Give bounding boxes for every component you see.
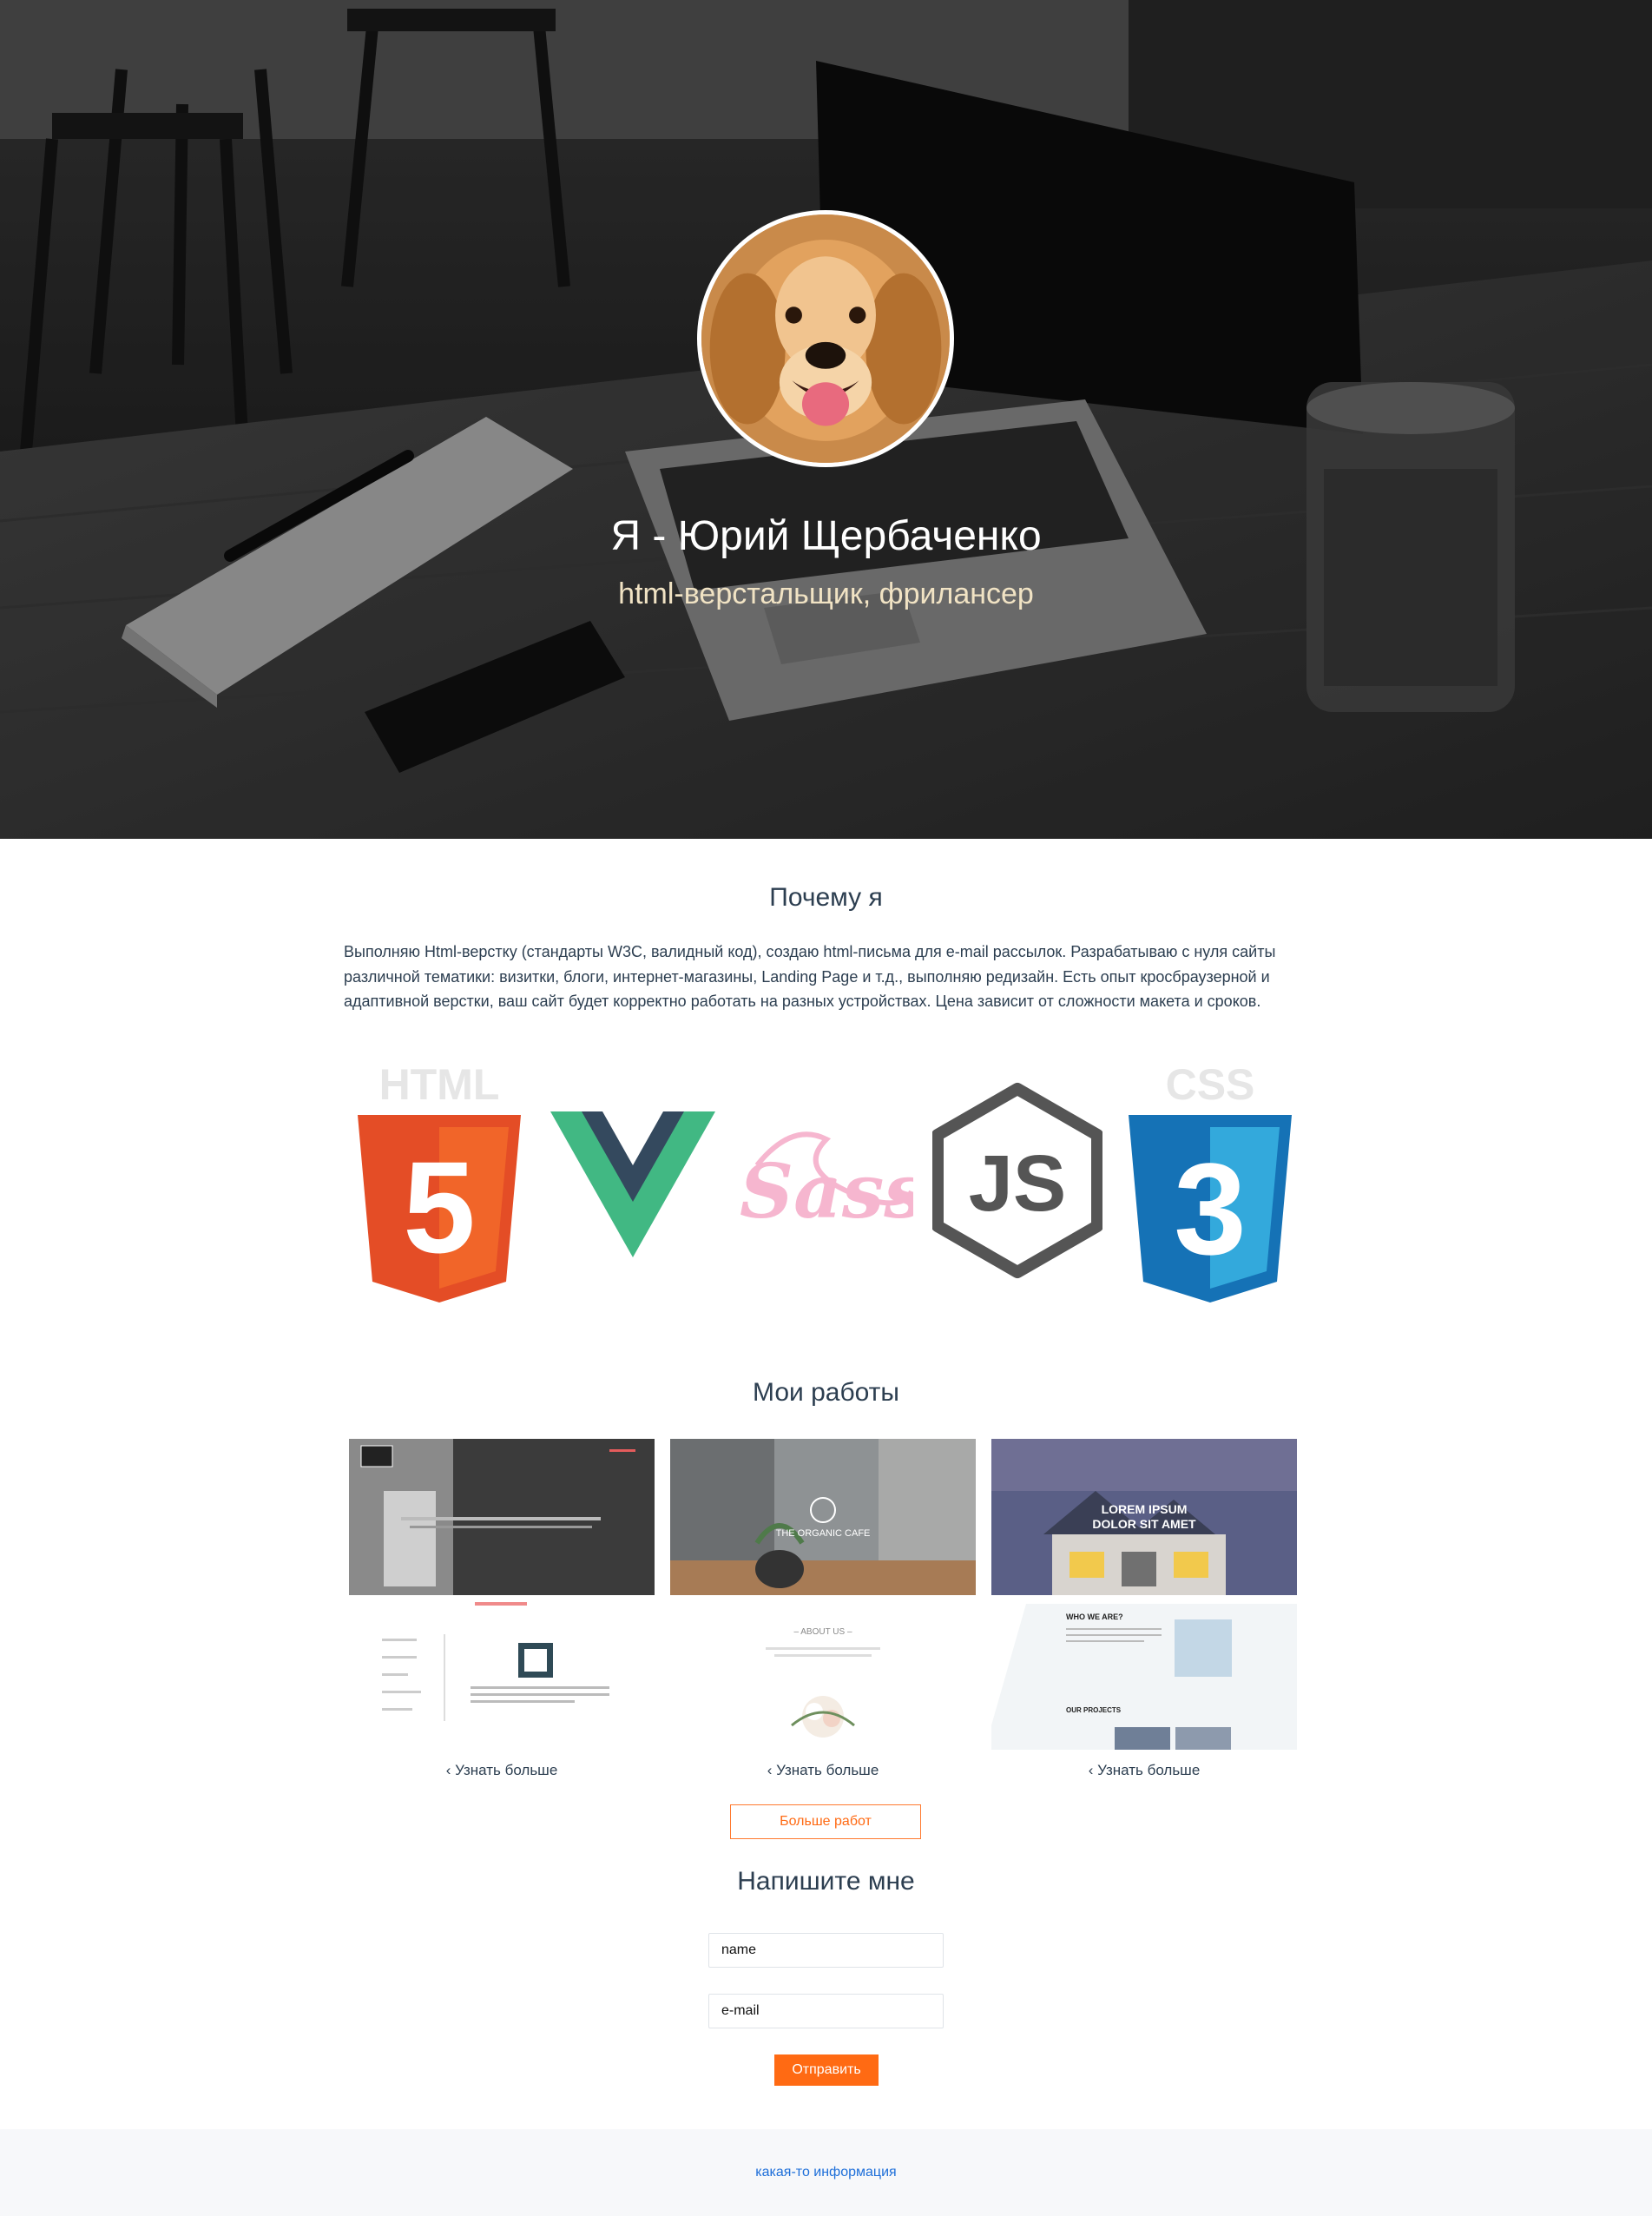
- css3-number: 3: [1174, 1136, 1246, 1282]
- work-2-caption: – ABOUT US –: [793, 1627, 852, 1637]
- chevron-left-icon: ‹: [1088, 1762, 1094, 1778]
- avatar: [697, 210, 954, 467]
- js-logo-text: JS: [969, 1139, 1067, 1228]
- sass-logo-text: Sass: [740, 1148, 913, 1236]
- work-more-link-3[interactable]: ‹ Узнать больше: [991, 1760, 1297, 1781]
- work-3-subheading: DOLOR SIT AMET: [1092, 1517, 1196, 1531]
- name-field[interactable]: [708, 1933, 944, 1968]
- works-title: Мои работы: [753, 1378, 899, 1407]
- work-thumbnail-2[interactable]: THE ORGANIC CAFE – ABOUT US –: [670, 1439, 976, 1750]
- work-3-heading: LOREM IPSUM: [1102, 1502, 1188, 1516]
- work-thumbnail-3[interactable]: LOREM IPSUM DOLOR SIT AMET WHO WE ARE? O…: [991, 1439, 1297, 1750]
- hero-section: Я - Юрий Щербаченко html-верстальщик, фр…: [0, 0, 1652, 839]
- send-button[interactable]: Отправить: [774, 2054, 879, 2086]
- email-field[interactable]: [708, 1994, 944, 2028]
- html-logo-text: HTML: [379, 1061, 500, 1109]
- work-more-link-2[interactable]: ‹ Узнать больше: [670, 1760, 976, 1781]
- work-3-caption: WHO WE ARE?: [1066, 1613, 1123, 1621]
- sass-logo: Sass: [740, 1061, 913, 1308]
- css3-logo: CSS 3: [1125, 1061, 1295, 1308]
- work-more-link-label: Узнать больше: [455, 1762, 558, 1778]
- nodejs-logo: JS: [932, 1061, 1102, 1308]
- about-title: Почему я: [769, 883, 883, 912]
- work-2-heading: THE ORGANIC CAFE: [776, 1528, 871, 1539]
- hero-subtitle: html-верстальщик, фрилансер: [618, 577, 1034, 610]
- chevron-left-icon: ‹: [445, 1762, 451, 1778]
- html5-logo: HTML 5: [354, 1061, 524, 1308]
- about-text: Выполняю Html-верстку (стандарты W3C, ва…: [344, 943, 1276, 1010]
- work-more-link-label: Узнать больше: [776, 1762, 879, 1778]
- footer-info-link[interactable]: какая-то информация: [0, 2162, 1652, 2183]
- work-more-link-1[interactable]: ‹ Узнать больше: [349, 1760, 655, 1781]
- hero-title: Я - Юрий Щербаченко: [610, 513, 1042, 559]
- css-logo-text: CSS: [1166, 1061, 1255, 1109]
- work-more-link-label: Узнать больше: [1097, 1762, 1201, 1778]
- work-thumbnail-1[interactable]: [349, 1439, 655, 1750]
- dog-photo: [701, 214, 950, 463]
- footer: какая-то информация: [0, 2129, 1652, 2216]
- chevron-left-icon: ‹: [767, 1762, 773, 1778]
- more-works-button[interactable]: Больше работ: [730, 1804, 921, 1839]
- html5-number: 5: [403, 1134, 475, 1280]
- work-3-caption-2: OUR PROJECTS: [1066, 1706, 1122, 1714]
- vue-logo: [549, 1061, 717, 1308]
- contact-title: Напишите мне: [737, 1867, 915, 1896]
